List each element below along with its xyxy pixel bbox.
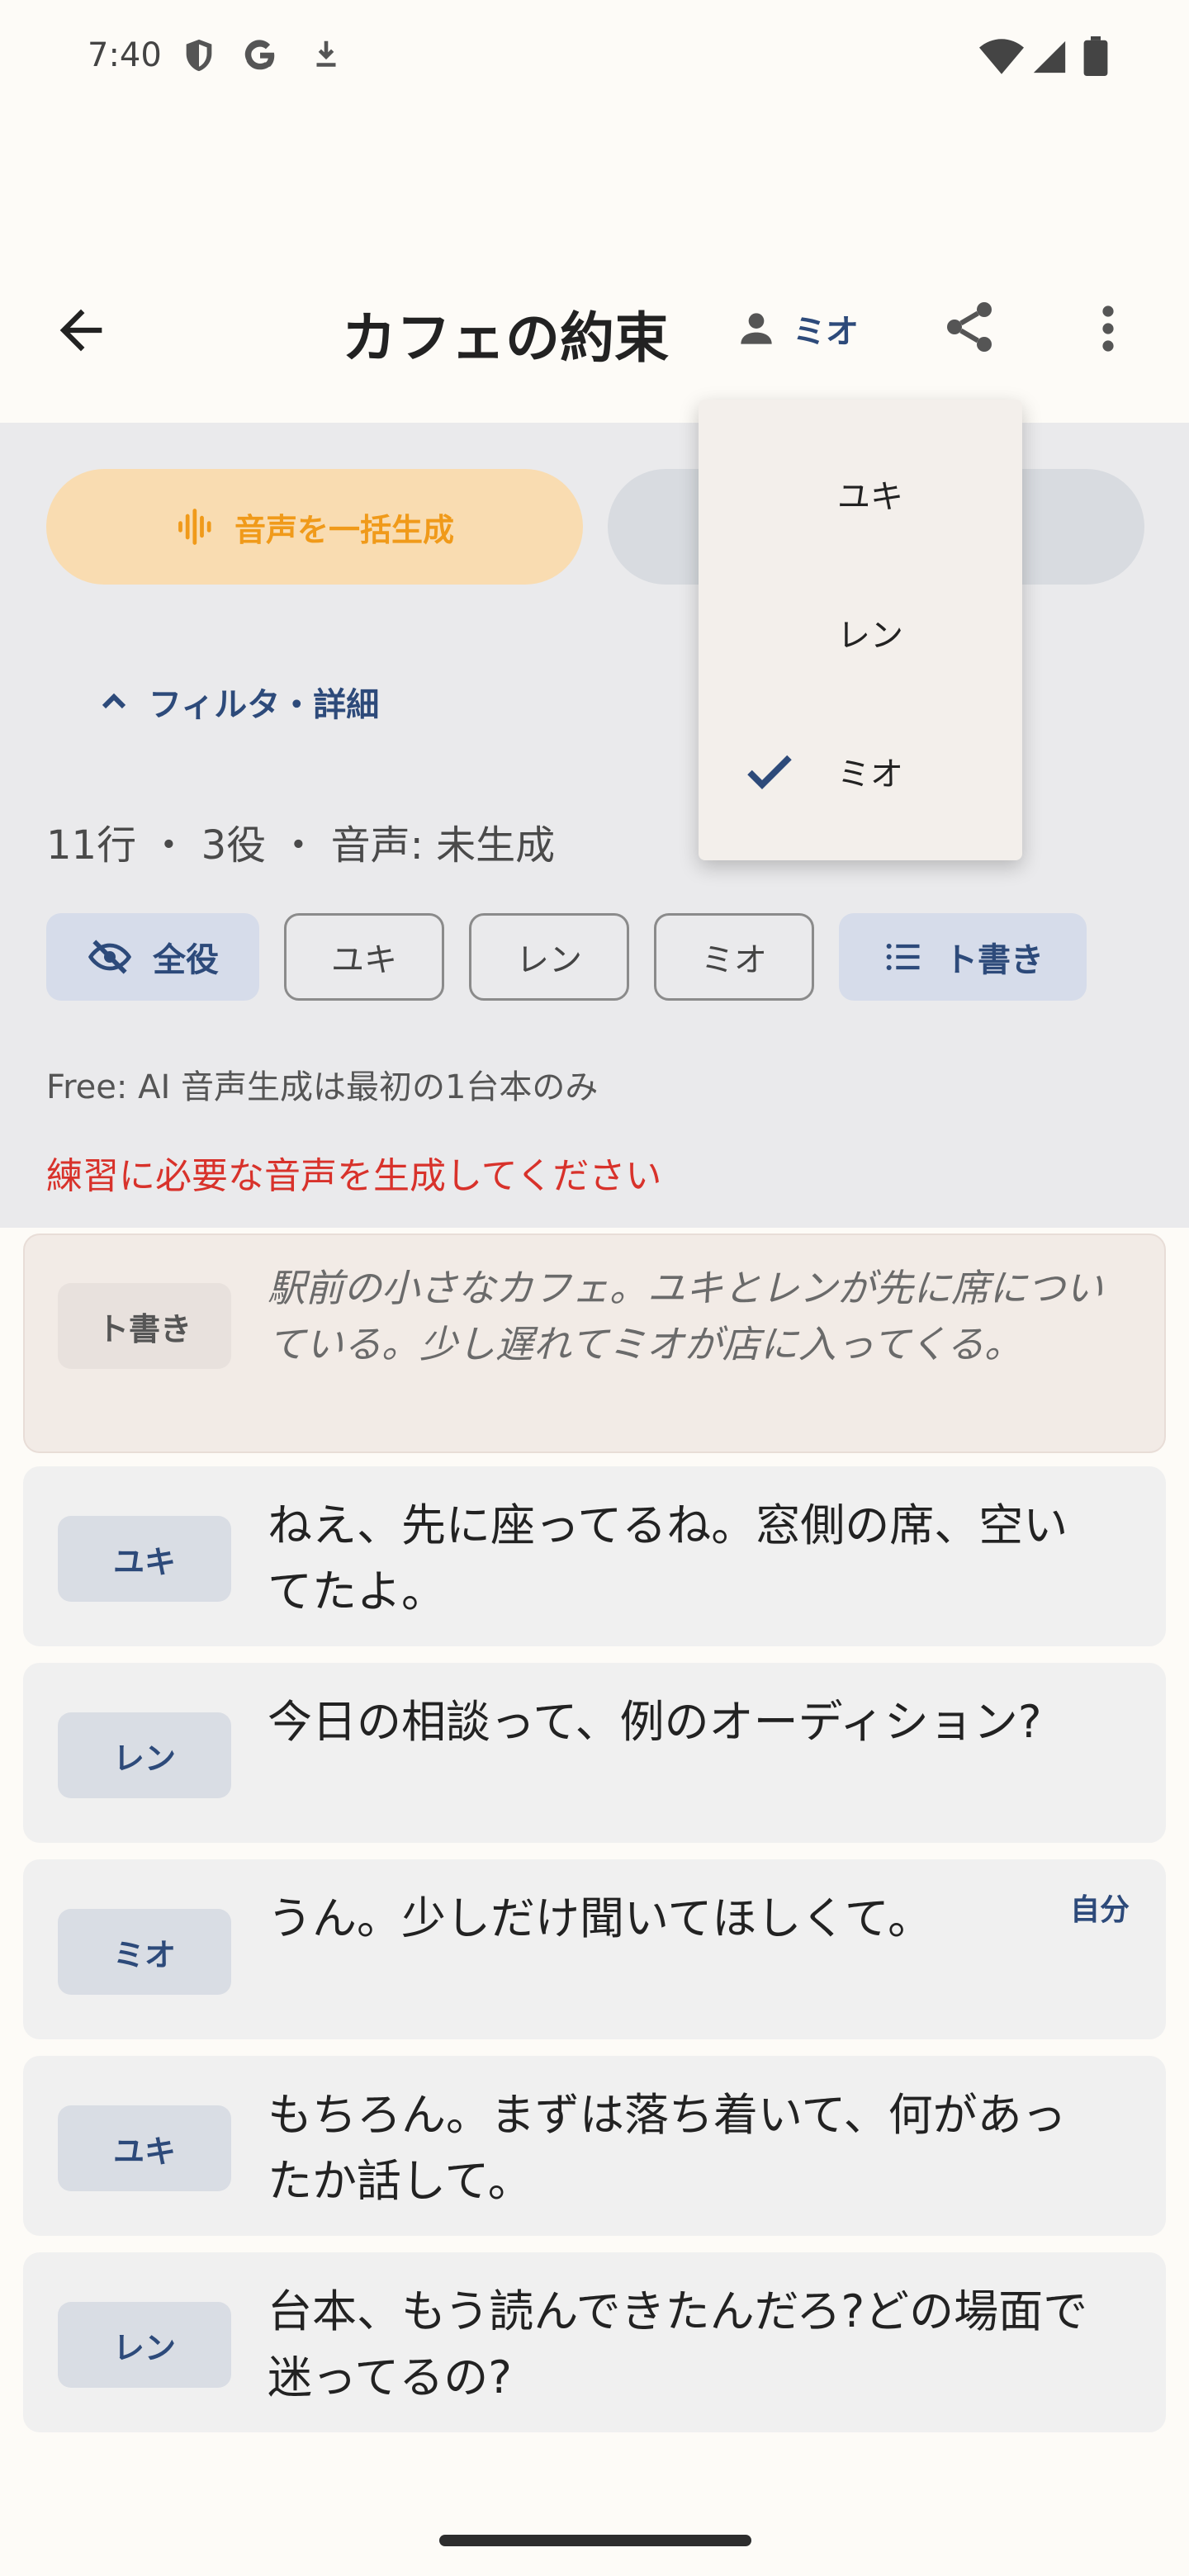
line-text: もちろん。まずは落ち着いて、何があったか話して。 [268, 2089, 1067, 2207]
signal-icon [1030, 38, 1068, 76]
chip-all-roles[interactable]: 全役 [46, 913, 259, 1001]
speaker-badge: レン [58, 2302, 231, 2388]
speaker-badge: ユキ [58, 1516, 231, 1602]
line-text: 今日の相談って、例のオーディション? [268, 1696, 1042, 1748]
visibility-off-icon [87, 934, 133, 980]
line-text: 駅前の小さなカフェ。ユキとレンが先に席についている。少し遅れてミオが店に入ってく… [268, 1266, 1103, 1366]
role-menu-item-mio[interactable]: ミオ [699, 713, 1022, 829]
battery-icon [1083, 36, 1108, 76]
role-menu: ユキ レン ミオ [699, 400, 1022, 860]
shield-icon [180, 36, 218, 74]
role-menu-item-ren[interactable]: レン [699, 575, 1022, 690]
menu-item-label: ユキ [837, 478, 903, 516]
menu-item-label: レン [837, 617, 903, 655]
role-selector-button[interactable]: ミオ [733, 305, 859, 352]
audio-wave-icon [175, 505, 218, 548]
chip-label: ミオ [701, 941, 767, 979]
chip-label: ト書き [945, 941, 1044, 979]
more-vert-icon[interactable] [1087, 299, 1130, 358]
chip-mio[interactable]: ミオ [654, 913, 814, 1001]
chip-label: レン [516, 941, 582, 979]
speaker-badge: レン [58, 1712, 231, 1798]
wifi-icon [979, 38, 1024, 76]
gesture-handle [439, 2535, 751, 2546]
chip-label: ユキ [331, 941, 397, 979]
role-menu-item-yuki[interactable]: ユキ [699, 436, 1022, 552]
generate-warning: 練習に必要な音声を生成してください [46, 1155, 662, 1197]
download-icon [307, 36, 345, 74]
status-time: 7:40 [88, 36, 162, 74]
person-icon [733, 305, 779, 352]
script-stats: 11行 ・ 3役 ・ 音声: 未生成 [46, 822, 556, 869]
speaker-badge: ト書き [58, 1283, 231, 1369]
line-text: うん。少しだけ聞いてほしくて。 [268, 1892, 933, 1944]
google-icon [241, 36, 279, 74]
list-icon [882, 935, 925, 978]
share-icon[interactable] [940, 297, 999, 357]
role-selector-label: ミオ [793, 313, 859, 351]
chip-label: 全役 [153, 941, 219, 979]
filter-toggle[interactable]: フィルタ・詳細 [94, 677, 379, 727]
chip-stage-directions[interactable]: ト書き [839, 913, 1087, 1001]
generate-all-button[interactable]: 音声を一括生成 [46, 469, 583, 585]
back-arrow-icon[interactable] [50, 299, 112, 362]
chip-ren[interactable]: レン [469, 913, 629, 1001]
free-plan-note: Free: AI 音声生成は最初の1台本のみ [46, 1068, 599, 1106]
menu-item-label: ミオ [837, 755, 903, 793]
chip-yuki[interactable]: ユキ [284, 913, 444, 1001]
generate-all-label: 音声を一括生成 [234, 511, 454, 548]
chevron-up-icon [94, 682, 134, 722]
check-icon [740, 741, 799, 801]
speaker-badge: ユキ [58, 2105, 231, 2191]
page-title: カフェの約束 [342, 306, 669, 370]
line-text: 台本、もう読んできたんだろ?どの場面で迷ってるの? [268, 2285, 1088, 2403]
speaker-badge: ミオ [58, 1909, 231, 1995]
line-text: ねえ、先に座ってるね。窓側の席、空いてたよ。 [268, 1499, 1068, 1617]
self-role-tag: 自分 [1070, 1893, 1130, 1927]
filter-toggle-label: フィルタ・詳細 [149, 686, 380, 724]
